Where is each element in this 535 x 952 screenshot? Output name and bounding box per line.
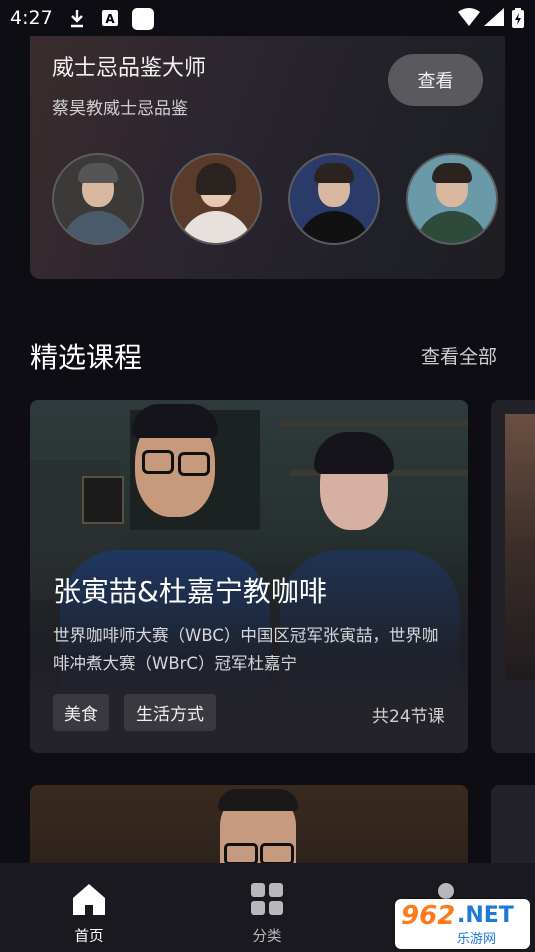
nav-item-home[interactable]: 首页 bbox=[29, 863, 149, 952]
watermark-text: 乐游网 bbox=[457, 932, 497, 947]
home-icon bbox=[73, 884, 105, 915]
cellular-signal-icon bbox=[484, 8, 504, 26]
status-time: 4:27 bbox=[10, 7, 53, 29]
next-course-card[interactable] bbox=[491, 400, 535, 753]
download-icon bbox=[71, 10, 83, 28]
course-title: 张寅喆&杜嘉宁教咖啡 bbox=[53, 575, 327, 608]
next-course-image bbox=[505, 414, 535, 680]
svg-text:A: A bbox=[105, 12, 115, 26]
font-app-icon: A bbox=[102, 10, 118, 26]
watermark-domain: .NET bbox=[457, 903, 514, 928]
nav-item-category[interactable]: 分类 bbox=[207, 863, 327, 952]
next-course-card[interactable] bbox=[491, 785, 535, 875]
avatar[interactable] bbox=[406, 153, 498, 245]
course-card[interactable]: 张寅喆&杜嘉宁教咖啡 世界咖啡师大赛（WBC）中国区冠军张寅喆，世界咖啡冲煮大赛… bbox=[30, 400, 468, 753]
section-title: 精选课程 bbox=[30, 341, 143, 374]
avatar[interactable] bbox=[170, 153, 262, 245]
course-description: 世界咖啡师大赛（WBC）中国区冠军张寅喆，世界咖啡冲煮大赛（WBrC）冠军杜嘉宁 bbox=[53, 626, 439, 673]
category-grid-icon bbox=[251, 883, 283, 915]
expert-card[interactable]: 威士忌品鉴大师 蔡昊教威士忌品鉴 查看 bbox=[30, 36, 505, 279]
course-card[interactable] bbox=[30, 785, 468, 875]
tag-lifestyle[interactable]: 生活方式 bbox=[124, 694, 216, 731]
expert-card-subtitle: 蔡昊教威士忌品鉴 bbox=[52, 99, 188, 119]
lesson-count: 共24节课 bbox=[372, 707, 445, 727]
avatar[interactable] bbox=[288, 153, 380, 245]
nav-label-home: 首页 bbox=[74, 929, 104, 945]
nav-label-category: 分类 bbox=[252, 929, 282, 945]
view-button[interactable]: 查看 bbox=[388, 54, 483, 106]
app-notification-icon bbox=[132, 8, 154, 30]
wifi-icon bbox=[458, 8, 480, 26]
tag-food[interactable]: 美食 bbox=[53, 694, 109, 731]
see-all-link[interactable]: 查看全部 bbox=[421, 342, 497, 369]
status-bar: 4:27 A bbox=[0, 0, 535, 36]
watermark-logo: 962 .NET 乐游网 bbox=[395, 899, 530, 949]
expert-card-title: 威士忌品鉴大师 bbox=[52, 56, 207, 81]
battery-icon bbox=[512, 8, 524, 28]
watermark-number: 962 bbox=[401, 901, 456, 931]
avatar[interactable] bbox=[52, 153, 144, 245]
